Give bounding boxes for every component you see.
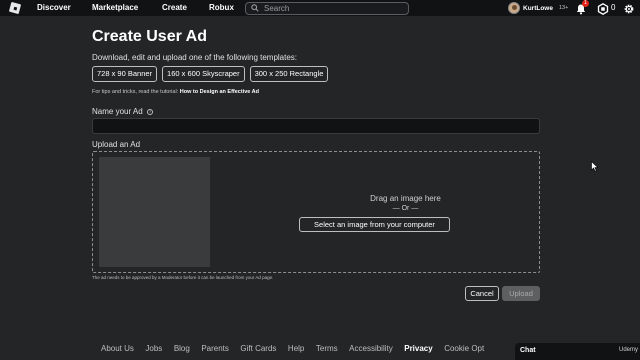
upload-drop-zone[interactable]: Drag an image here — Or — Select an imag… [92,151,540,273]
nav-robux[interactable]: Robux [209,3,234,12]
settings-button[interactable] [623,2,635,14]
chat-bar[interactable]: Chat Udemy [515,343,640,360]
robux-button[interactable] [597,2,609,15]
template-banner-button[interactable]: 728 x 90 Banner [92,66,158,82]
footer-about-us[interactable]: About Us [101,344,134,353]
footer-terms[interactable]: Terms [316,344,338,353]
upload-button[interactable]: Upload [502,286,540,301]
tutorial-link[interactable]: How to Design an Effective Ad [180,89,259,95]
age-label: 13+ [558,5,569,11]
chat-label[interactable]: Chat [520,347,536,354]
gear-icon [624,4,634,14]
username: KurtLowe [523,4,553,12]
name-label: Name your Ad [92,107,143,116]
footer-cookie-options[interactable]: Cookie Opt [444,344,484,353]
search-icon [251,3,261,13]
footer-gift-cards[interactable]: Gift Cards [240,344,276,353]
upload-label: Upload an Ad [92,140,141,149]
footer-links: About Us Jobs Blog Parents Gift Cards He… [101,344,496,353]
template-rectangle-button[interactable]: 300 x 250 Rectangle [249,66,329,82]
udemy-watermark: Udemy [619,347,639,353]
drag-text: Drag an image here [370,194,441,203]
search-box[interactable] [245,1,409,15]
or-separator: — Or — [392,205,419,212]
tips-text: For tips and tricks, read the tutorial: … [92,89,259,95]
footer-help[interactable]: Help [288,344,304,353]
template-buttons: 728 x 90 Banner 160 x 600 Skyscraper 300… [92,66,329,82]
nav-marketplace[interactable]: Marketplace [92,3,138,12]
nav-create[interactable]: Create [162,3,187,12]
page-title: Create User Ad [92,28,208,45]
mouse-cursor-icon [591,161,599,172]
tips-prefix: For tips and tricks, read the tutorial: [92,89,179,95]
avatar [508,2,520,14]
ad-preview-placeholder [99,157,210,267]
info-icon[interactable]: ? [146,108,153,115]
ad-name-input[interactable] [92,118,540,134]
notifications-button[interactable]: 1 [575,0,589,15]
approval-note: The ad needs to be approved by a Moderat… [92,275,274,280]
top-nav-bar: Discover Marketplace Create Robux KurtLo… [0,0,640,16]
roblox-logo-icon[interactable] [8,1,22,15]
footer-jobs[interactable]: Jobs [145,344,162,353]
name-label-row: Name your Ad ? [92,107,153,116]
footer-privacy[interactable]: Privacy [404,344,432,353]
select-image-button[interactable]: Select an image from your computer [299,217,450,232]
robux-icon [597,3,609,15]
user-profile-link[interactable]: KurtLowe 13+ [508,2,568,14]
footer-parents[interactable]: Parents [201,344,229,353]
footer-accessibility[interactable]: Accessibility [349,344,393,353]
nav-discover[interactable]: Discover [37,3,71,12]
templates-subtitle: Download, edit and upload one of the fol… [92,53,298,62]
search-input[interactable] [264,3,404,13]
template-skyscraper-button[interactable]: 160 x 600 Skyscraper [162,66,245,82]
cancel-button[interactable]: Cancel [465,286,499,301]
footer-blog[interactable]: Blog [174,344,190,353]
notification-badge: 1 [582,0,589,7]
robux-count: 0 [611,3,616,12]
